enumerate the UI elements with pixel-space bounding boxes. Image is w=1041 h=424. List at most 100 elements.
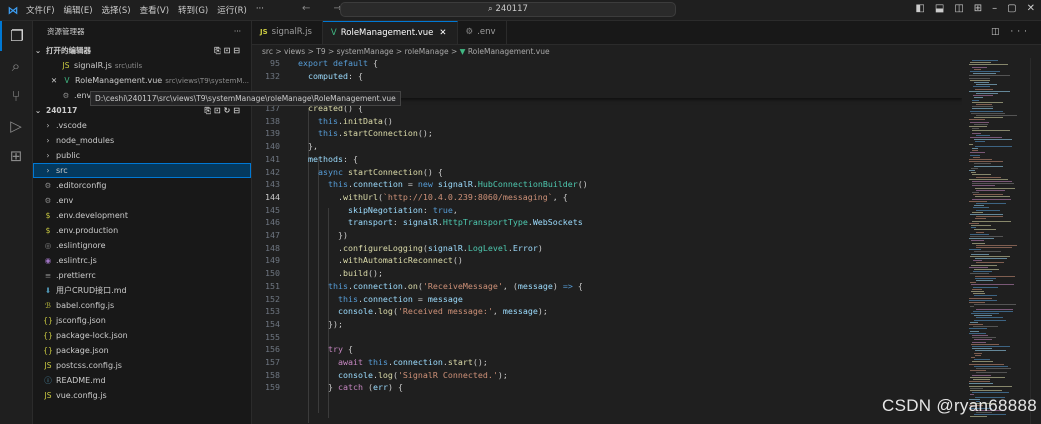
menu-item[interactable]: 转到(G) xyxy=(178,4,208,16)
close-icon[interactable]: ✕ xyxy=(439,28,446,38)
tree-item[interactable]: {} jsconfig.json xyxy=(33,313,251,328)
chevron-down-icon: ⌄ xyxy=(34,46,42,55)
minimap-line xyxy=(976,368,1011,369)
minimap-line xyxy=(971,253,989,255)
tree-item[interactable]: ≡ .prettierrc xyxy=(33,268,251,283)
line-number: 151 xyxy=(265,280,280,291)
toggle-sidebar-icon[interactable]: ◧ xyxy=(915,3,924,14)
file-type-icon: ⓘ xyxy=(44,376,52,385)
minimap-line xyxy=(970,390,1002,391)
project-name: 240117 xyxy=(46,106,78,115)
line-number: 159 xyxy=(265,382,280,393)
minimap-line xyxy=(969,381,990,383)
menu-item[interactable]: 查看(V) xyxy=(140,4,169,16)
breadcrumb[interactable]: src > views > T9 > systemManage > roleMa… xyxy=(252,45,1041,59)
tree-item[interactable]: {} package-lock.json xyxy=(33,328,251,343)
tree-item[interactable]: › public xyxy=(33,148,251,163)
file-name: signalR.js xyxy=(74,61,112,70)
tab-signalrjs[interactable]: JS signalR.js xyxy=(252,21,323,44)
minimap-line xyxy=(974,123,988,125)
line-number: 155 xyxy=(265,331,280,342)
vue-file-icon: ▼ xyxy=(459,47,468,56)
tree-item[interactable]: JS postcss.config.js xyxy=(33,358,251,373)
minimap-line xyxy=(969,77,990,79)
run-debug-icon[interactable]: ▷ xyxy=(0,111,32,141)
search-view-icon[interactable]: ⌕ xyxy=(0,51,32,81)
minimap-line xyxy=(972,211,983,213)
tree-item[interactable]: › .vscode xyxy=(33,118,251,133)
minimap-line xyxy=(974,304,1016,306)
command-center[interactable]: ⌕ 240117 xyxy=(340,2,676,17)
tree-item[interactable]: ◎ .eslintignore xyxy=(33,238,251,253)
minimap-line xyxy=(969,328,987,330)
vue-file-icon: V xyxy=(64,76,70,85)
minimap-line xyxy=(972,341,986,343)
tree-item[interactable]: ⓘ README.md xyxy=(33,373,251,388)
tree-item[interactable]: › node_modules xyxy=(33,133,251,148)
tree-item[interactable]: $ .env.production xyxy=(33,223,251,238)
close-icon[interactable]: ✕ xyxy=(1027,3,1035,14)
open-editors-header[interactable]: ⌄ 打开的编辑器 ⎘⊡⊟ xyxy=(33,43,251,58)
minimap-line xyxy=(974,365,1008,367)
tree-item[interactable]: ⬇ 用户CRUD接口.md xyxy=(33,283,251,298)
editor-actions[interactable]: ◫ ··· xyxy=(991,21,1031,44)
code-line: skipNegotiation: true, xyxy=(347,204,458,215)
tree-item[interactable]: {} package.json xyxy=(33,343,251,358)
code-editor[interactable]: 95export default {132 computed: {136 },1… xyxy=(252,58,962,424)
menu-item[interactable]: ··· xyxy=(256,4,264,16)
maximize-icon[interactable]: ▢ xyxy=(1007,3,1016,14)
menu-item[interactable]: 编辑(E) xyxy=(64,4,93,16)
vue-file-icon: V xyxy=(330,28,337,38)
explorer-icon[interactable]: ❐ xyxy=(0,21,32,51)
tab-env[interactable]: ⚙ .env xyxy=(458,21,507,44)
open-editor-item[interactable]: JS signalR.js src\utils xyxy=(33,58,251,73)
tree-item-label: .eslintignore xyxy=(56,241,106,250)
chevron-right-icon: › xyxy=(46,166,50,175)
tab-label: RoleManagement.vue xyxy=(340,28,434,38)
minimap-line xyxy=(970,154,980,156)
tree-item[interactable]: JS vue.config.js xyxy=(33,388,251,403)
tree-item[interactable]: › src xyxy=(33,163,251,178)
minimap-line xyxy=(973,207,989,209)
minimap-line xyxy=(974,139,1012,141)
minimap-line xyxy=(972,101,1003,103)
tree-item[interactable]: ℬbabel.config.js xyxy=(33,298,251,313)
minimap-line xyxy=(975,275,1015,277)
window-controls: ◧ ⬓ ◫ ⊞ – ▢ ✕ xyxy=(915,3,1035,14)
minimap-line xyxy=(976,247,1012,248)
minimap-line xyxy=(970,416,987,418)
minimap-line xyxy=(970,152,985,154)
vertical-scrollbar[interactable] xyxy=(1030,58,1041,424)
menu-item[interactable]: 文件(F) xyxy=(26,4,55,16)
toggle-secondary-icon[interactable]: ◫ xyxy=(954,3,963,14)
minimap-line xyxy=(970,137,1002,138)
file-name: RoleManagement.vue xyxy=(75,76,163,85)
minimap-line xyxy=(970,110,1003,112)
minimap-line xyxy=(976,280,993,281)
minimap-line xyxy=(973,310,1013,312)
minimap-line xyxy=(976,203,1006,204)
open-editor-item[interactable]: ✕ V RoleManagement.vue src\views\T9\systemM… xyxy=(33,73,251,88)
open-editors-actions[interactable]: ⎘⊡⊟ xyxy=(214,43,243,58)
tree-item[interactable]: $ .env.development xyxy=(33,208,251,223)
tab-bar: JS signalR.js V RoleManagement.vue ✕ ⚙ .env ◫ … xyxy=(252,21,1041,45)
minimap-line xyxy=(974,359,990,361)
code-line: transport: signalR.HttpTransportType.Web… xyxy=(347,217,583,228)
extensions-icon[interactable]: ⊞ xyxy=(0,141,32,171)
tree-item[interactable]: ⚙ .env xyxy=(33,193,251,208)
source-control-icon[interactable]: ⑂ xyxy=(0,81,32,111)
tab-rolemanagementvue[interactable]: V RoleManagement.vue ✕ xyxy=(322,21,458,44)
file-type-icon: ℬ xyxy=(45,301,51,310)
tree-item[interactable]: ◉ .eslintrc.js xyxy=(33,253,251,268)
minimize-icon[interactable]: – xyxy=(992,3,997,14)
tree-item[interactable]: ⚙ .editorconfig xyxy=(33,178,251,193)
toggle-panel-icon[interactable]: ⬓ xyxy=(935,3,944,14)
minimap[interactable] xyxy=(967,58,1029,424)
menu-item[interactable]: 选择(S) xyxy=(102,4,131,16)
menu-item[interactable]: 运行(R) xyxy=(217,4,247,16)
minimap-line xyxy=(972,288,982,290)
close-icon[interactable]: ✕ xyxy=(49,73,59,88)
more-actions-icon[interactable]: ··· xyxy=(234,21,241,43)
layout-icon[interactable]: ⊞ xyxy=(974,3,982,14)
line-number: 156 xyxy=(265,344,280,355)
